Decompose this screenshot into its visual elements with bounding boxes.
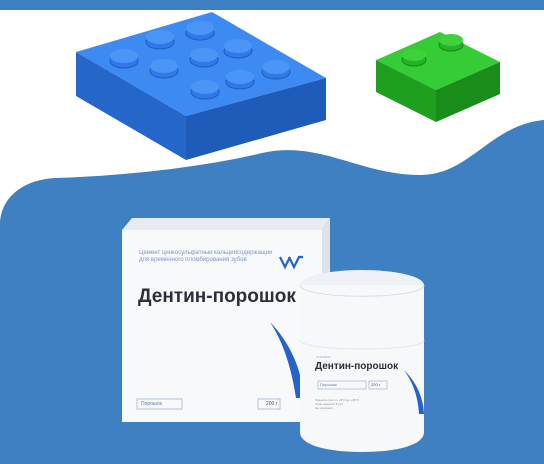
- box-description: Цемент цинкосульфатный кальцийсодержащий…: [139, 250, 273, 263]
- box-field-label: Порошок: [141, 401, 162, 407]
- blue-lego-brick-icon: [76, 12, 326, 160]
- product-box: [122, 218, 330, 422]
- product-banner: Цемент цинкосульфатный кальцийсодержащий…: [0, 0, 544, 464]
- jar-field-label: Порошок: [320, 382, 337, 387]
- green-lego-brick-icon: [376, 32, 500, 122]
- box-product-title: Дентин-порошок: [138, 286, 296, 307]
- jar-brand: VLADMIVA: [316, 355, 331, 359]
- box-weight: 200 г: [266, 401, 278, 407]
- banner-graphics: [0, 12, 544, 464]
- jar-product-title: Дентин-порошок: [315, 361, 399, 372]
- jar-weight: 200 г: [371, 382, 381, 387]
- jar-storage-text: Хранить при t от +5°С до +25°С Срок годн…: [315, 398, 360, 410]
